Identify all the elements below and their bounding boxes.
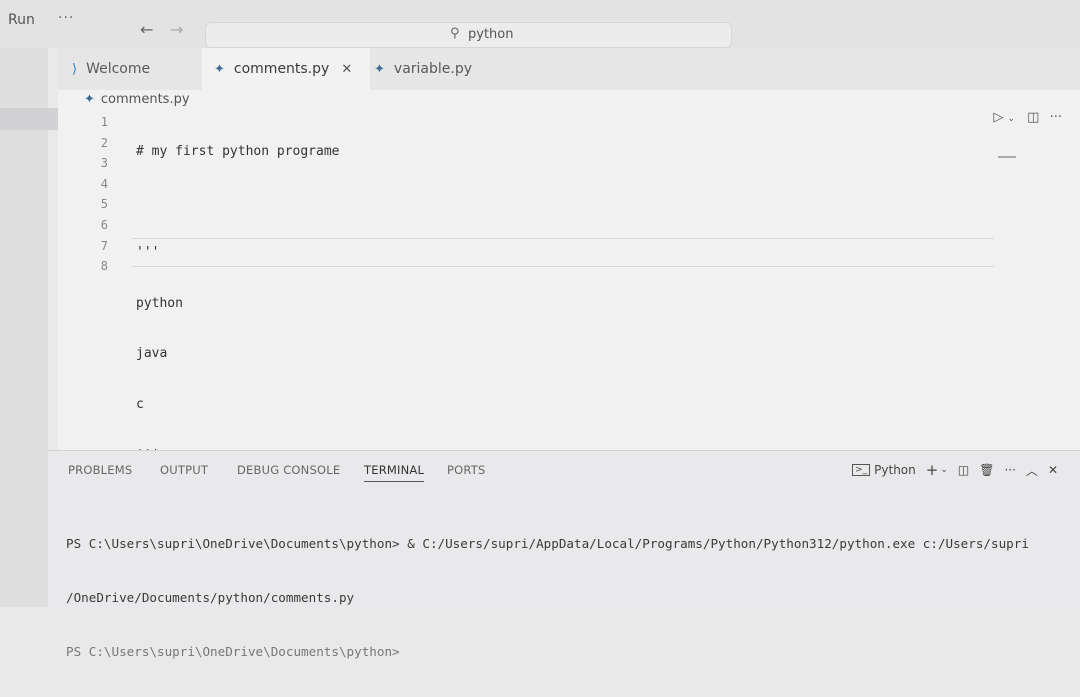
- code-line: java: [136, 346, 168, 362]
- python-icon: ✦: [374, 61, 385, 77]
- line-number: 3: [100, 156, 108, 171]
- title-bar: Run ··· ← → ⚲ python: [0, 0, 1080, 48]
- terminal-output[interactable]: PS C:\Users\supri\OneDrive\Documents\pyt…: [66, 499, 1029, 697]
- code-line: c: [136, 396, 144, 412]
- split-editor-icon[interactable]: ◫: [1027, 110, 1039, 125]
- tab-label: variable.py: [393, 61, 473, 77]
- python-icon: ✦: [214, 61, 225, 77]
- line-number: 2: [100, 135, 108, 150]
- line-number: 4: [100, 176, 108, 191]
- run-python-icon[interactable]: ▷: [993, 110, 1003, 125]
- line-number: 6: [100, 217, 108, 232]
- chevron-down-icon[interactable]: ⌄: [1007, 114, 1015, 124]
- maximize-panel-icon[interactable]: ︿: [1026, 462, 1038, 479]
- tab-output[interactable]: OUTPUT: [160, 463, 208, 477]
- command-center-search[interactable]: ⚲ python: [205, 22, 732, 48]
- menu-run[interactable]: Run: [8, 12, 35, 28]
- vscode-logo-icon: ⟩: [72, 61, 78, 77]
- line-numbers: 1 2 3 4 5 6 7 8: [88, 112, 108, 277]
- tab-label: Welcome: [86, 61, 151, 77]
- tab-variable[interactable]: ✦ variable.py: [368, 48, 504, 90]
- bottom-panel: PROBLEMS OUTPUT DEBUG CONSOLE TERMINAL P…: [48, 450, 1080, 659]
- editor-area[interactable]: ✦ comments.py ▷ ⌄ ◫ ··· 1 2 3 4 5 6 7 8 #…: [58, 90, 1080, 463]
- tab-problems[interactable]: PROBLEMS: [68, 463, 132, 477]
- line-number: 5: [100, 197, 108, 212]
- activity-selection: [0, 108, 58, 130]
- new-terminal-icon[interactable]: +: [926, 461, 939, 479]
- terminal-line: /OneDrive/Documents/python/comments.py: [66, 590, 355, 605]
- chevron-down-icon[interactable]: ⌄: [940, 465, 948, 475]
- tab-ports[interactable]: PORTS: [447, 463, 485, 477]
- editor-actions: ▷ ⌄ ◫ ···: [993, 110, 1062, 125]
- forward-arrow-icon[interactable]: →: [170, 20, 183, 39]
- trash-icon[interactable]: 🗑: [979, 463, 994, 477]
- terminal-icon: >_: [852, 464, 871, 476]
- breadcrumb[interactable]: ✦ comments.py: [84, 92, 190, 107]
- minimap[interactable]: [998, 156, 1016, 158]
- search-text: python: [468, 27, 514, 42]
- terminal-line: PS C:\Users\supri\OneDrive\Documents\pyt…: [66, 536, 1029, 551]
- editor-tab-bar: ⟩ Welcome ✦ comments.py ✕ ✦ variable.py: [58, 48, 1080, 90]
- line-number: 8: [100, 259, 108, 274]
- code-line: ''': [136, 245, 160, 261]
- tab-label: comments.py: [233, 61, 330, 77]
- search-icon: ⚲: [450, 26, 460, 41]
- current-line-highlight-top: [132, 238, 994, 239]
- more-actions-icon[interactable]: ···: [1004, 463, 1015, 477]
- code-line: python: [136, 295, 183, 311]
- panel-actions: >_ Python + ⌄ ◫ 🗑 ··· ︿ ✕: [842, 461, 1058, 479]
- breadcrumb-file: comments.py: [100, 92, 190, 107]
- line-number: 1: [100, 115, 108, 129]
- tab-welcome[interactable]: ⟩ Welcome: [68, 48, 206, 90]
- terminal-name[interactable]: Python: [874, 463, 916, 477]
- tab-comments[interactable]: ✦ comments.py ✕: [202, 48, 370, 90]
- more-actions-icon[interactable]: ···: [1050, 110, 1062, 125]
- current-line-highlight-bottom: [132, 266, 994, 267]
- activity-bar: ···: [0, 48, 48, 607]
- back-arrow-icon[interactable]: ←: [140, 20, 153, 39]
- split-terminal-icon[interactable]: ◫: [958, 463, 969, 477]
- close-tab-icon[interactable]: ✕: [341, 62, 352, 77]
- tab-debug-console[interactable]: DEBUG CONSOLE: [237, 463, 340, 477]
- terminal-prompt: PS C:\Users\supri\OneDrive\Documents\pyt…: [66, 644, 400, 659]
- close-panel-icon[interactable]: ✕: [1048, 463, 1058, 477]
- code-line: # my first python programe: [136, 144, 340, 159]
- line-number: 7: [100, 238, 108, 253]
- menu-more-icon[interactable]: ···: [58, 10, 74, 26]
- python-icon: ✦: [84, 92, 95, 107]
- tab-terminal[interactable]: TERMINAL: [364, 463, 425, 482]
